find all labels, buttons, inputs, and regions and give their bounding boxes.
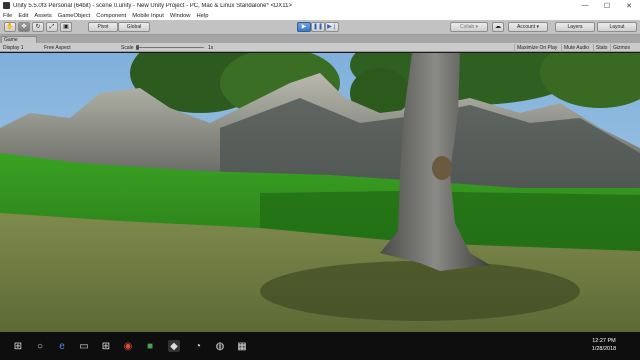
hand-tool-button[interactable]: ✋: [4, 22, 16, 32]
menu-file[interactable]: File: [3, 13, 12, 19]
scale-icon: ⤢: [49, 24, 55, 30]
menu-mobile-input[interactable]: Mobile Input: [132, 13, 164, 19]
rect-icon: ▣: [63, 24, 69, 30]
app-icon-4[interactable]: ▦: [236, 340, 248, 352]
layers-dropdown[interactable]: Layers: [555, 22, 595, 32]
gizmos-dropdown[interactable]: Gizmos: [610, 44, 632, 51]
chrome-icon[interactable]: ◉: [122, 340, 134, 352]
windows-taskbar: ⊞ ○ e ▭ ⊞ ◉ ■ ◆ ◔ ◍ ▦ 12:27 PM 1/28/2018: [0, 332, 640, 360]
minimize-button[interactable]: —: [574, 0, 596, 11]
play-button[interactable]: ▶: [297, 22, 311, 32]
menu-bar: File Edit Assets GameObject Component Mo…: [0, 11, 640, 20]
collab-label: Collab ▾: [459, 24, 479, 30]
layers-label: Layers: [567, 24, 583, 30]
cloud-icon: ☁: [495, 24, 501, 30]
maximize-on-play-toggle[interactable]: Maximize On Play: [514, 44, 559, 51]
layout-dropdown[interactable]: Layout: [597, 22, 637, 32]
pause-button[interactable]: ❚❚: [311, 22, 325, 32]
game-viewport[interactable]: [0, 53, 640, 332]
pivot-label: Pivot: [97, 24, 109, 30]
task-view-icon[interactable]: ▭: [78, 340, 90, 352]
edge-browser-icon[interactable]: e: [56, 340, 68, 352]
app-icon-2[interactable]: ◔: [192, 340, 204, 352]
aspect-label: Free Aspect: [44, 44, 71, 51]
close-button[interactable]: ✕: [618, 0, 640, 11]
rotate-icon: ↻: [35, 24, 41, 30]
step-icon: ▶❘: [327, 24, 337, 30]
tab-game[interactable]: Game: [1, 36, 37, 43]
scale-slider[interactable]: [138, 47, 204, 48]
account-dropdown[interactable]: Account ▾: [508, 22, 548, 32]
scale-value: 1x: [208, 44, 214, 51]
menu-gameobject[interactable]: GameObject: [58, 13, 91, 19]
store-icon[interactable]: ⊞: [100, 340, 112, 352]
step-button[interactable]: ▶❘: [325, 22, 339, 32]
menu-edit[interactable]: Edit: [18, 13, 28, 19]
game-view-controlbar: Display 1 Free Aspect Scale 1x Maximize …: [0, 43, 640, 52]
move-icon: ✥: [21, 24, 27, 30]
rect-tool-button[interactable]: ▣: [60, 22, 72, 32]
mute-audio-toggle[interactable]: Mute Audio: [561, 44, 591, 51]
rotate-tool-button[interactable]: ↻: [32, 22, 44, 32]
app-icon[interactable]: ■: [144, 340, 156, 352]
scale-slider-thumb[interactable]: [136, 45, 139, 50]
pivot-toggle[interactable]: Pivot: [88, 22, 118, 32]
display-dropdown[interactable]: Display 1: [3, 44, 24, 51]
scale-tool-button[interactable]: ⤢: [46, 22, 58, 32]
play-icon: ▶: [301, 24, 307, 30]
stats-toggle[interactable]: Stats: [593, 44, 609, 51]
global-toggle[interactable]: Global: [118, 22, 150, 32]
window-title: Unity 5.5.0f3 Personal (64bit) - scene 0…: [13, 2, 293, 9]
global-label: Global: [126, 24, 142, 30]
hand-icon: ✋: [6, 24, 14, 30]
clock-date: 1/28/2018: [591, 346, 617, 352]
window-titlebar: Unity 5.5.0f3 Personal (64bit) - scene 0…: [0, 0, 640, 11]
taskbar-clock[interactable]: 12:27 PM 1/28/2018: [584, 337, 624, 353]
tree-shadow: [260, 261, 580, 321]
clock-time: 12:27 PM: [592, 338, 616, 344]
layout-label: Layout: [609, 24, 625, 30]
main-toolbar: ✋ ✥ ↻ ⤢ ▣ Pivot Global ▶ ❚❚ ▶❘ Collab ▾ …: [0, 20, 640, 35]
menu-help[interactable]: Help: [197, 13, 209, 19]
menu-component[interactable]: Component: [96, 13, 126, 19]
aspect-dropdown[interactable]: Free Aspect: [44, 44, 71, 51]
scale-label: Scale: [121, 44, 134, 51]
cloud-button[interactable]: ☁: [492, 22, 504, 32]
maximize-button[interactable]: ☐: [596, 0, 618, 11]
unity-logo-icon: [3, 2, 10, 9]
move-tool-button[interactable]: ✥: [18, 22, 30, 32]
unity-icon[interactable]: ◆: [168, 340, 180, 352]
collab-dropdown[interactable]: Collab ▾: [450, 22, 488, 32]
pause-icon: ❚❚: [312, 24, 324, 30]
search-icon[interactable]: ○: [34, 340, 46, 352]
app-icon-3[interactable]: ◍: [214, 340, 226, 352]
menu-assets[interactable]: Assets: [34, 13, 51, 19]
windows-start-icon[interactable]: ⊞: [12, 340, 24, 352]
game-scene-render: [0, 53, 640, 332]
menu-window[interactable]: Window: [170, 13, 191, 19]
panel-tab-bar: Game: [0, 35, 640, 43]
tree-knot: [432, 156, 452, 180]
display-label: Display 1: [3, 44, 24, 51]
account-label: Account ▾: [517, 24, 539, 30]
